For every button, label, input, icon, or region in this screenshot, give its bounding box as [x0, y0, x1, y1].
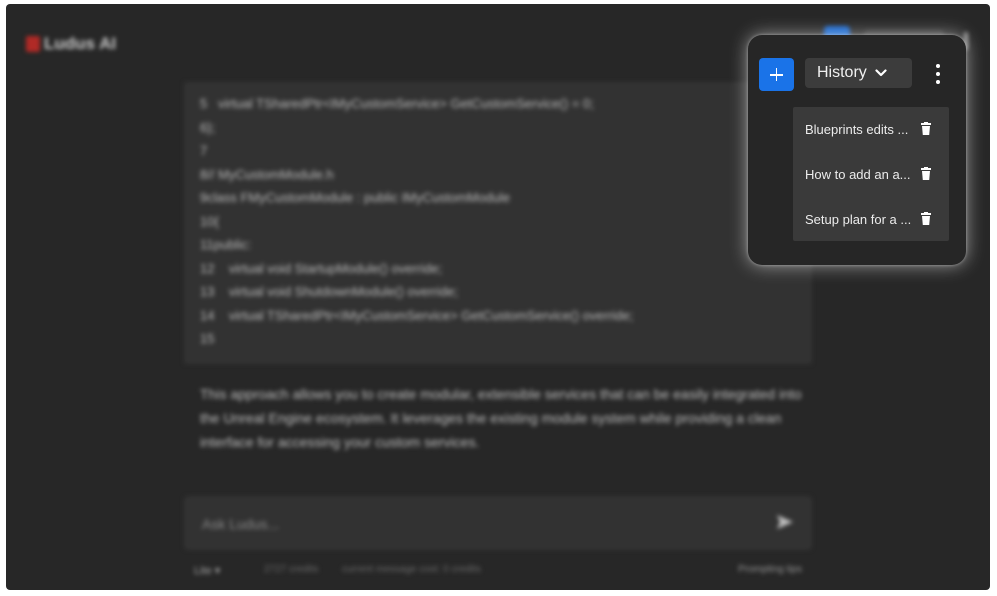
history-item[interactable]: How to add an a...	[793, 152, 949, 196]
history-item-label: Setup plan for a ...	[805, 212, 912, 227]
chevron-down-icon	[875, 69, 887, 77]
history-item-label: How to add an a...	[805, 167, 911, 182]
menu-button[interactable]	[930, 62, 946, 86]
trash-icon[interactable]	[921, 212, 931, 225]
history-panel: History Blueprints edits ... How to add …	[748, 35, 966, 265]
new-chat-button[interactable]	[759, 58, 794, 91]
history-item[interactable]: Setup plan for a ...	[793, 197, 949, 241]
history-item[interactable]: Blueprints edits ...	[793, 107, 949, 151]
trash-icon[interactable]	[921, 122, 931, 135]
trash-icon[interactable]	[921, 167, 931, 180]
history-dropdown[interactable]: History	[805, 58, 912, 88]
history-list: Blueprints edits ... How to add an a... …	[793, 107, 949, 241]
history-dropdown-label: History	[817, 64, 867, 81]
history-item-label: Blueprints edits ...	[805, 122, 909, 137]
